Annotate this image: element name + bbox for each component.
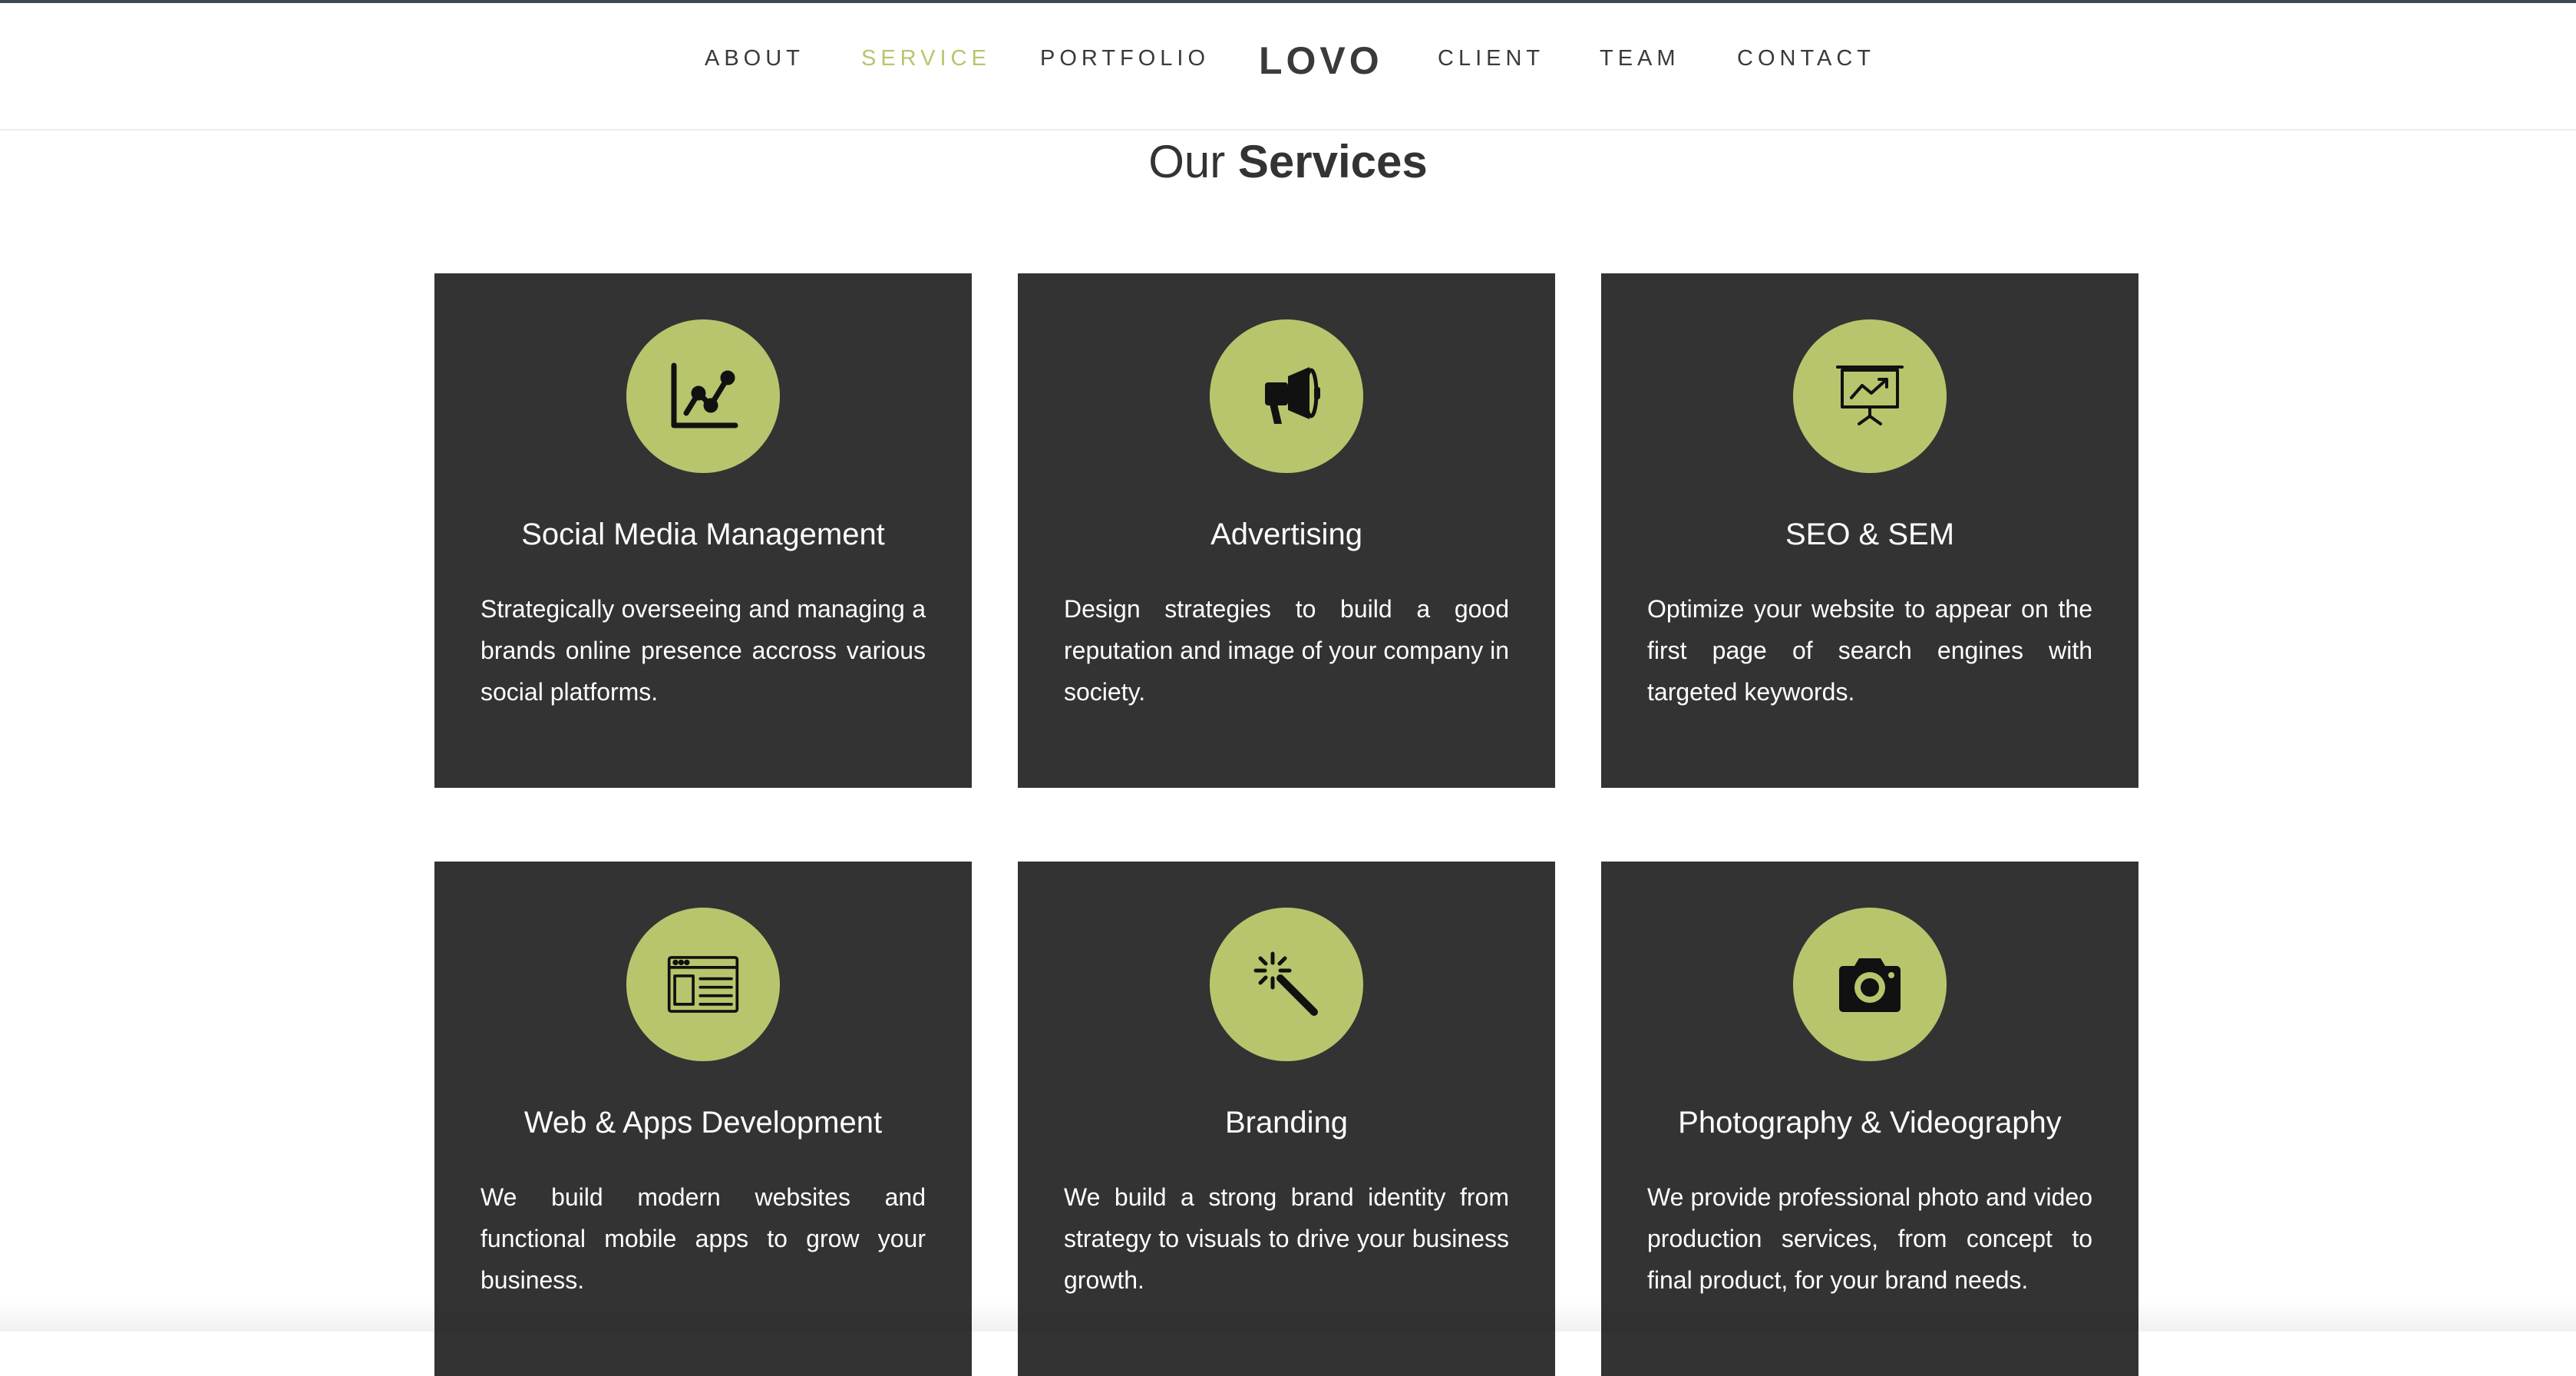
service-title: Advertising (1018, 518, 1555, 552)
camera-icon (1793, 908, 1947, 1061)
service-description: Design strategies to build a good reputa… (1064, 588, 1509, 713)
service-description: We provide professional photo and video … (1647, 1176, 2092, 1301)
section-title-light: Our (1148, 136, 1238, 187)
nav-about[interactable]: ABOUT (705, 46, 804, 71)
nav-service[interactable]: SERVICE (861, 46, 991, 71)
navbar: ABOUT SERVICE PORTFOLIO LOVO CLIENT TEAM… (0, 3, 2576, 131)
service-title: Web & Apps Development (434, 1106, 972, 1140)
line-chart-icon (626, 319, 780, 473)
magic-wand-icon (1210, 908, 1363, 1061)
service-description: Optimize your website to appear on the f… (1647, 588, 2092, 713)
service-title: Branding (1018, 1106, 1555, 1140)
service-description: Strategically overseeing and managing a … (481, 588, 926, 713)
service-title: Social Media Management (434, 518, 972, 552)
nav-team[interactable]: TEAM (1600, 46, 1680, 71)
logo[interactable]: LOVO (1259, 38, 1383, 83)
browser-window-icon (626, 908, 780, 1061)
section-title-bold: Services (1238, 136, 1428, 187)
service-card-photography[interactable]: Photography & Videography We provide pro… (1601, 862, 2138, 1376)
service-title: SEO & SEM (1601, 518, 2138, 552)
nav-contact[interactable]: CONTACT (1737, 46, 1875, 71)
section-title: Our Services (0, 135, 2576, 188)
service-description: We build a strong brand identity from st… (1064, 1176, 1509, 1301)
nav-client[interactable]: CLIENT (1438, 46, 1544, 71)
service-card-seo-sem[interactable]: SEO & SEM Optimize your website to appea… (1601, 273, 2138, 788)
service-card-social-media[interactable]: Social Media Management Strategically ov… (434, 273, 972, 788)
service-title: Photography & Videography (1601, 1106, 2138, 1140)
service-card-advertising[interactable]: Advertising Design strategies to build a… (1018, 273, 1555, 788)
service-description: We build modern websites and functional … (481, 1176, 926, 1301)
presentation-board-icon (1793, 319, 1947, 473)
service-card-web-apps[interactable]: Web & Apps Development We build modern w… (434, 862, 972, 1376)
service-card-branding[interactable]: Branding We build a strong brand identit… (1018, 862, 1555, 1376)
megaphone-icon (1210, 319, 1363, 473)
nav-portfolio[interactable]: PORTFOLIO (1040, 46, 1210, 71)
